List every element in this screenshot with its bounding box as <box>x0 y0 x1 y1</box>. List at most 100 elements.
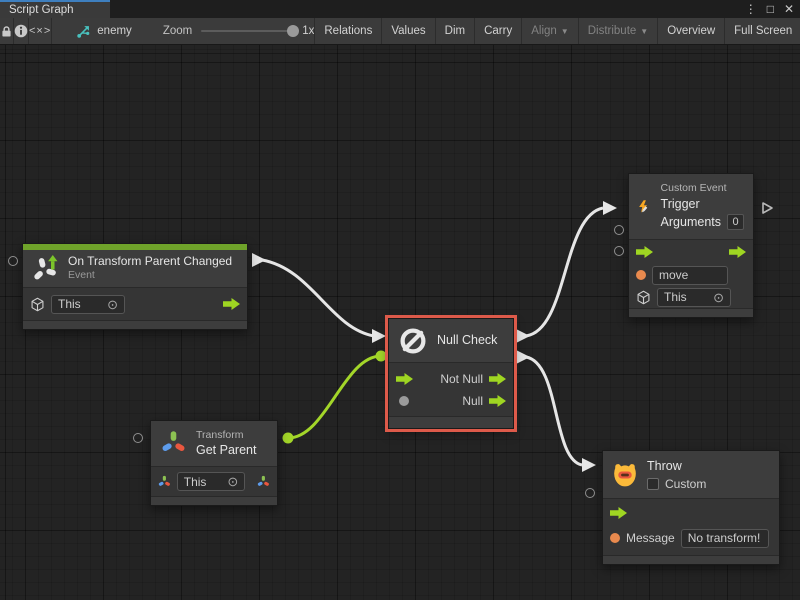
arguments-count-field[interactable]: 0 <box>727 214 744 230</box>
node-throw[interactable]: Throw Custom Message No transform! <box>602 450 780 565</box>
transform-icon <box>160 429 187 458</box>
node-footer <box>389 416 513 428</box>
value-input-port[interactable] <box>399 396 409 406</box>
align-dropdown[interactable]: Align ▼ <box>521 18 578 44</box>
message-label: Message <box>626 531 675 545</box>
zoom-slider[interactable] <box>201 30 293 32</box>
node-header: On Transform Parent Changed Event <box>23 250 247 288</box>
target-picker-icon[interactable]: ⊙ <box>227 475 238 488</box>
flow-output-port[interactable] <box>729 246 746 258</box>
custom-label: Custom <box>665 477 706 491</box>
overview-button[interactable]: Overview <box>657 18 724 44</box>
graph-canvas[interactable]: On Transform Parent Changed Event This ⊙ <box>0 45 800 600</box>
inspect-button[interactable] <box>14 18 29 44</box>
target-value: This <box>184 475 207 489</box>
unconnected-port-indicator[interactable] <box>614 225 624 235</box>
node-trigger-custom-event[interactable]: Custom Event Trigger Arguments 0 <box>628 173 754 318</box>
zoom-control: Zoom 1x <box>163 18 315 44</box>
lock-icon <box>0 25 13 38</box>
graph-name: enemy <box>97 25 132 37</box>
tab-title: Script Graph <box>9 4 74 16</box>
fullscreen-button[interactable]: Full Screen <box>724 18 800 44</box>
flow-input-port[interactable] <box>396 373 413 385</box>
zoom-slider-handle[interactable] <box>287 25 299 37</box>
target-picker-icon[interactable]: ⊙ <box>713 291 724 304</box>
chevron-down-icon: ▼ <box>561 26 569 36</box>
distribute-dropdown[interactable]: Distribute ▼ <box>578 18 658 44</box>
flow-output-port-not-null[interactable] <box>489 373 506 385</box>
carry-label: Carry <box>484 25 512 37</box>
node-footer <box>23 320 247 329</box>
values-toggle[interactable]: Values <box>381 18 434 44</box>
node-title: Null Check <box>437 332 497 348</box>
target-picker-icon[interactable]: ⊙ <box>107 298 118 311</box>
port-label-not-null: Not Null <box>440 372 483 386</box>
node-on-transform-parent-changed[interactable]: On Transform Parent Changed Event This ⊙ <box>22 243 248 330</box>
carry-toggle[interactable]: Carry <box>474 18 521 44</box>
transform-port-icon[interactable] <box>158 475 171 489</box>
target-dropdown[interactable]: This ⊙ <box>51 295 125 314</box>
graph-breadcrumb[interactable]: enemy <box>52 18 142 44</box>
node-header: Throw Custom <box>603 451 779 499</box>
zoom-label: Zoom <box>163 25 192 37</box>
lock-button[interactable] <box>0 18 14 44</box>
maximize-icon[interactable]: □ <box>767 3 774 15</box>
transform-parent-changed-icon <box>32 254 59 283</box>
gameobject-cube-icon <box>636 290 651 305</box>
node-title: Trigger <box>661 196 744 212</box>
event-name-value: move <box>659 268 688 282</box>
align-label: Align <box>531 25 557 37</box>
kebab-menu-icon[interactable]: ⋮ <box>745 3 757 15</box>
gameobject-cube-icon <box>30 297 45 312</box>
node-footer <box>151 496 277 505</box>
unconnected-port-indicator[interactable] <box>614 246 624 256</box>
message-value: No transform! <box>688 531 761 545</box>
arguments-label: Arguments <box>661 214 721 230</box>
unconnected-port-indicator[interactable] <box>585 488 595 498</box>
node-title: On Transform Parent Changed <box>68 254 232 270</box>
node-header: Custom Event Trigger Arguments 0 <box>629 174 753 240</box>
target-value: This <box>664 290 687 304</box>
node-header: Transform Get Parent <box>151 421 277 467</box>
throw-exception-icon <box>612 461 638 489</box>
relations-label: Relations <box>324 25 372 37</box>
value-input-port[interactable] <box>636 270 646 280</box>
tab-script-graph[interactable]: Script Graph <box>0 0 110 18</box>
message-field[interactable]: No transform! <box>681 529 769 548</box>
dim-toggle[interactable]: Dim <box>435 18 474 44</box>
fullscreen-label: Full Screen <box>734 25 792 37</box>
node-category: Transform <box>196 429 256 443</box>
code-icon: <×> <box>29 25 51 37</box>
node-title: Throw <box>647 458 706 474</box>
node-header: Null Check <box>389 319 513 363</box>
code-view-button[interactable]: <×> <box>29 18 52 44</box>
close-icon[interactable]: ✕ <box>784 3 794 15</box>
flow-output-port[interactable] <box>223 298 240 310</box>
flow-input-port[interactable] <box>610 507 627 519</box>
custom-checkbox[interactable] <box>647 478 659 490</box>
flow-input-port[interactable] <box>636 246 653 258</box>
relations-toggle[interactable]: Relations <box>314 18 381 44</box>
node-body: This ⊙ <box>151 467 277 496</box>
custom-event-icon <box>638 192 652 222</box>
overview-label: Overview <box>667 25 715 37</box>
target-value: This <box>58 297 81 311</box>
node-title: Get Parent <box>196 442 256 458</box>
value-input-port[interactable] <box>610 533 620 543</box>
event-name-field[interactable]: move <box>652 266 728 285</box>
node-body: Not Null Null <box>389 363 513 416</box>
target-dropdown[interactable]: This ⊙ <box>657 288 731 307</box>
node-subtitle: Event <box>68 269 232 283</box>
unconnected-port-indicator[interactable] <box>133 433 143 443</box>
flow-output-port-null[interactable] <box>489 395 506 407</box>
node-null-check[interactable]: Null Check Not Null Null <box>388 318 514 429</box>
chevron-down-icon: ▼ <box>640 26 648 36</box>
node-footer <box>629 308 753 317</box>
node-get-parent[interactable]: Transform Get Parent This ⊙ <box>150 420 278 506</box>
window-tab-bar: Script Graph ⋮ □ ✕ <box>0 0 800 18</box>
unconnected-flow-output-indicator[interactable] <box>761 201 774 215</box>
transform-output-port[interactable] <box>257 475 270 489</box>
target-dropdown[interactable]: This ⊙ <box>177 472 246 491</box>
graph-toolbar: <×> enemy Zoom 1x Relations Values Dim C… <box>0 18 800 45</box>
unconnected-port-indicator[interactable] <box>8 256 18 266</box>
